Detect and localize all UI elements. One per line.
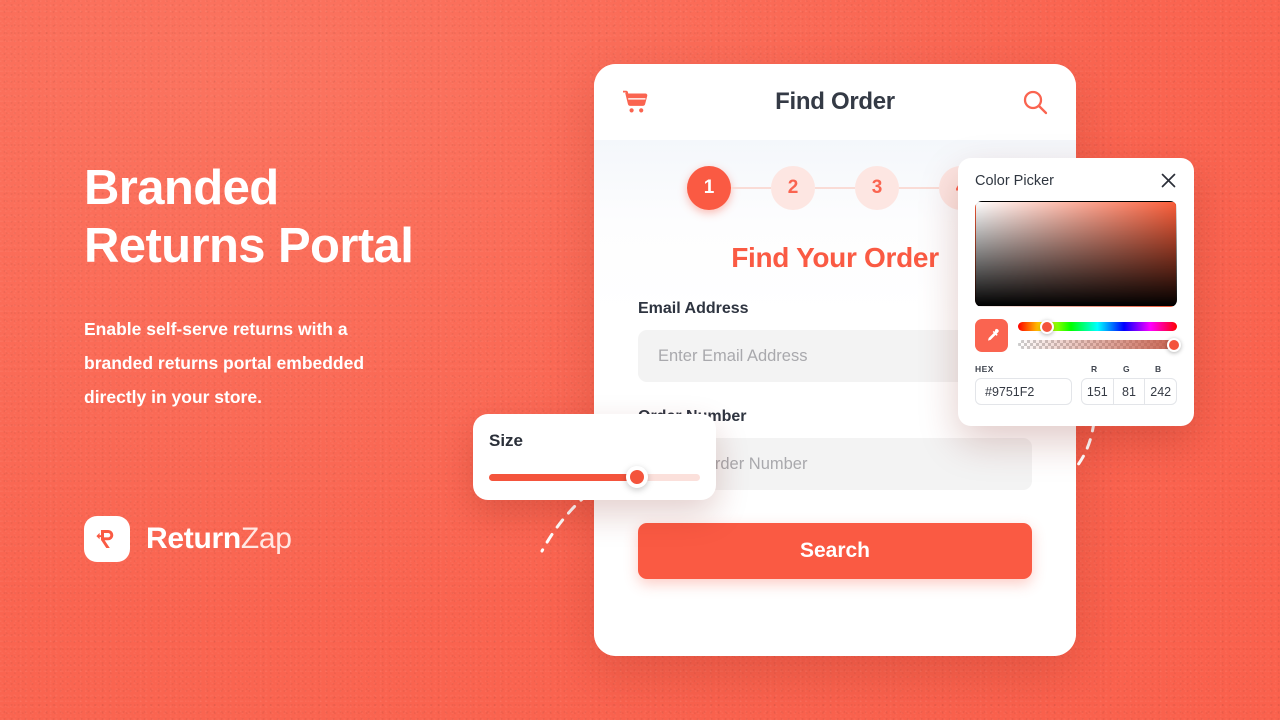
rgb-inputs: 151 81 242 bbox=[1081, 378, 1177, 405]
b-label: B bbox=[1155, 364, 1162, 374]
r-input[interactable]: 151 bbox=[1082, 379, 1114, 404]
r-label: R bbox=[1091, 364, 1098, 374]
saturation-value-area[interactable] bbox=[975, 201, 1177, 307]
brand-name-light: Zap bbox=[240, 522, 292, 555]
close-icon[interactable] bbox=[1160, 172, 1177, 189]
returnzap-r-logo-icon bbox=[84, 516, 130, 562]
search-icon[interactable] bbox=[1022, 89, 1048, 115]
size-slider-thumb[interactable] bbox=[625, 466, 648, 488]
stepper-step-2[interactable]: 2 bbox=[771, 166, 815, 210]
hex-group: HEX #9751F2 bbox=[975, 364, 1072, 405]
headline-line-2: Returns Portal bbox=[84, 218, 414, 273]
rgb-group: R G B 151 81 242 bbox=[1081, 364, 1177, 405]
size-slider[interactable] bbox=[489, 466, 700, 488]
g-input[interactable]: 81 bbox=[1114, 379, 1146, 404]
size-label: Size bbox=[489, 431, 524, 450]
brand-name-bold: Return bbox=[146, 522, 241, 555]
portal-title: Find Order bbox=[775, 88, 895, 115]
hex-label: HEX bbox=[975, 364, 994, 374]
alpha-slider[interactable] bbox=[1018, 337, 1181, 352]
marketing-column: Branded Returns Portal Enable self-serve… bbox=[84, 160, 554, 414]
color-bars bbox=[1018, 319, 1181, 352]
stepper-step-1[interactable]: 1 bbox=[687, 166, 731, 210]
alpha-slider-thumb[interactable] bbox=[1166, 337, 1181, 352]
page-title: Branded Returns Portal bbox=[84, 160, 554, 276]
search-button[interactable]: Search bbox=[638, 523, 1032, 579]
color-picker-title: Color Picker bbox=[975, 172, 1054, 189]
color-value-inputs: HEX #9751F2 R G B 151 81 242 bbox=[975, 364, 1177, 405]
rgb-labels: R G B bbox=[1081, 364, 1177, 378]
stepper-line-1 bbox=[731, 187, 771, 189]
g-label: G bbox=[1123, 364, 1130, 374]
hue-slider-thumb[interactable] bbox=[1039, 319, 1054, 334]
portal-header: Find Order bbox=[594, 64, 1076, 140]
eyedropper-icon[interactable] bbox=[975, 319, 1008, 352]
brand-lockup: ReturnZap bbox=[84, 516, 292, 562]
hue-slider[interactable] bbox=[1018, 319, 1177, 334]
shopping-cart-icon[interactable] bbox=[622, 90, 648, 114]
b-input[interactable]: 242 bbox=[1145, 379, 1176, 404]
size-slider-fill bbox=[489, 474, 637, 481]
brand-name: ReturnZap bbox=[146, 522, 292, 556]
headline-line-1: Branded bbox=[84, 161, 279, 215]
color-picker-panel: Color Picker HEX #9751F2 R G B 151 81 24… bbox=[958, 158, 1194, 426]
marketing-subcopy: Enable self-serve returns with a branded… bbox=[84, 318, 365, 407]
color-picker-header: Color Picker bbox=[975, 172, 1177, 189]
stepper-line-2 bbox=[815, 187, 855, 189]
hex-input[interactable]: #9751F2 bbox=[975, 378, 1072, 405]
dashed-connector-right bbox=[1060, 420, 1096, 484]
stepper-line-3 bbox=[899, 187, 939, 189]
color-slider-row bbox=[975, 319, 1181, 352]
stepper-step-3[interactable]: 3 bbox=[855, 166, 899, 210]
size-slider-card: Size bbox=[473, 414, 716, 500]
